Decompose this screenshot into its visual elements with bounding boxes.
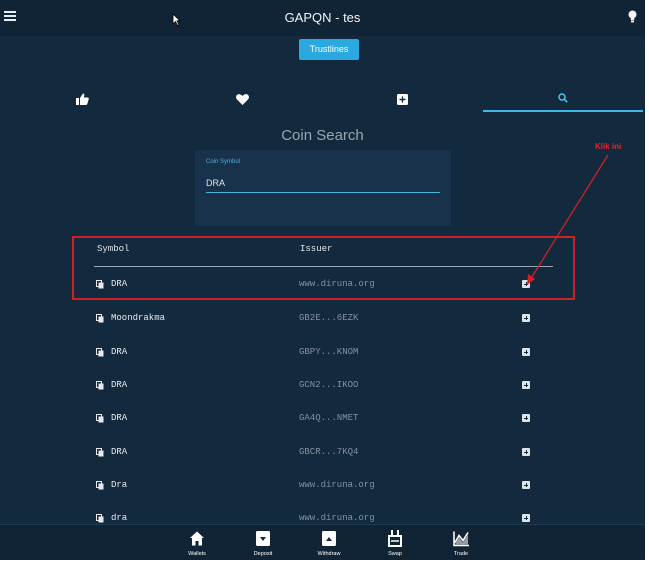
nav-wallets[interactable]: Wallets	[172, 530, 222, 557]
trade-chart-icon	[452, 531, 469, 547]
annotation-label: Klik ini	[595, 142, 622, 151]
add-trustline-button[interactable]	[522, 314, 530, 322]
deposit-icon	[256, 531, 270, 546]
row-issuer: GB2E...6EZK	[299, 313, 359, 323]
add-trustline-button[interactable]	[522, 448, 530, 456]
nav-deposit[interactable]: Deposit	[238, 530, 288, 557]
copy-icon[interactable]	[96, 481, 104, 490]
row-issuer: GA4Q...NMET	[299, 413, 359, 423]
table-row: DRA GBPY...KNOM	[94, 345, 539, 361]
tab-trusted[interactable]	[2, 86, 162, 112]
coin-search-title: Coin Search	[281, 127, 364, 144]
add-trustline-button[interactable]	[522, 514, 530, 522]
add-trustline-button[interactable]	[522, 481, 530, 489]
table-row: Dra www.diruna.org	[94, 478, 539, 494]
nav-label: Withdraw	[317, 551, 341, 557]
heart-icon	[235, 93, 249, 105]
table-row: Moondrakma GB2E...6EZK	[94, 311, 539, 327]
coin-search-card: Coin Symbol	[195, 150, 451, 226]
row-symbol: DRA	[111, 347, 128, 357]
row-symbol: dra	[111, 513, 128, 523]
trustlines-button[interactable]: Trustlines	[299, 39, 359, 60]
row-issuer: GBCR...7KQ4	[299, 447, 359, 457]
tab-favorites[interactable]	[162, 86, 322, 112]
add-trustline-button[interactable]	[522, 348, 530, 356]
copy-icon[interactable]	[96, 448, 104, 457]
swap-icon	[388, 530, 402, 547]
app-frame: GAPQN - tes Trustlines Coin Search Coin …	[0, 0, 645, 560]
nav-withdraw[interactable]: Withdraw	[304, 530, 354, 557]
tab-search[interactable]	[483, 86, 643, 112]
highlight-box	[72, 236, 575, 300]
top-bar: GAPQN - tes	[0, 0, 645, 36]
row-issuer: GBPY...KNOM	[299, 347, 359, 357]
withdraw-icon	[322, 531, 336, 546]
nav-label: Deposit	[253, 551, 273, 557]
row-issuer: GCN2...IKOO	[299, 380, 359, 390]
copy-icon[interactable]	[96, 381, 104, 390]
nav-label: Swap	[388, 551, 402, 557]
nav-label: Trade	[453, 551, 469, 557]
coin-symbol-input[interactable]	[206, 173, 440, 193]
nav-label: Wallets	[188, 551, 206, 557]
home-icon	[190, 531, 204, 546]
copy-icon[interactable]	[96, 314, 104, 323]
row-issuer: www.diruna.org	[299, 480, 375, 490]
table-row: DRA GCN2...IKOO	[94, 378, 539, 394]
nav-swap[interactable]: Swap	[370, 530, 420, 557]
row-symbol: Moondrakma	[111, 313, 166, 323]
table-row: DRA GBCR...7KQ4	[94, 445, 539, 461]
nav-trade[interactable]: Trade	[436, 530, 486, 557]
copy-icon[interactable]	[96, 414, 104, 423]
copy-icon[interactable]	[96, 514, 104, 523]
coin-symbol-label: Coin Symbol	[206, 159, 241, 165]
bottom-navigation: Wallets Deposit Withdraw Swap Trade	[0, 524, 645, 560]
row-issuer: www.diruna.org	[299, 513, 375, 523]
lightbulb-icon[interactable]	[628, 10, 637, 24]
plus-square-icon	[396, 93, 408, 105]
row-symbol: Dra	[111, 480, 128, 490]
row-symbol: DRA	[111, 380, 128, 390]
row-symbol: DRA	[111, 413, 128, 423]
app-title: GAPQN - tes	[284, 10, 361, 25]
search-icon	[558, 93, 568, 103]
row-symbol: DRA	[111, 447, 128, 457]
add-trustline-button[interactable]	[522, 381, 530, 389]
add-trustline-button[interactable]	[522, 414, 530, 422]
copy-icon[interactable]	[96, 348, 104, 357]
tab-add[interactable]	[322, 86, 482, 112]
thumbs-up-icon	[75, 93, 89, 105]
table-row: DRA GA4Q...NMET	[94, 411, 539, 427]
